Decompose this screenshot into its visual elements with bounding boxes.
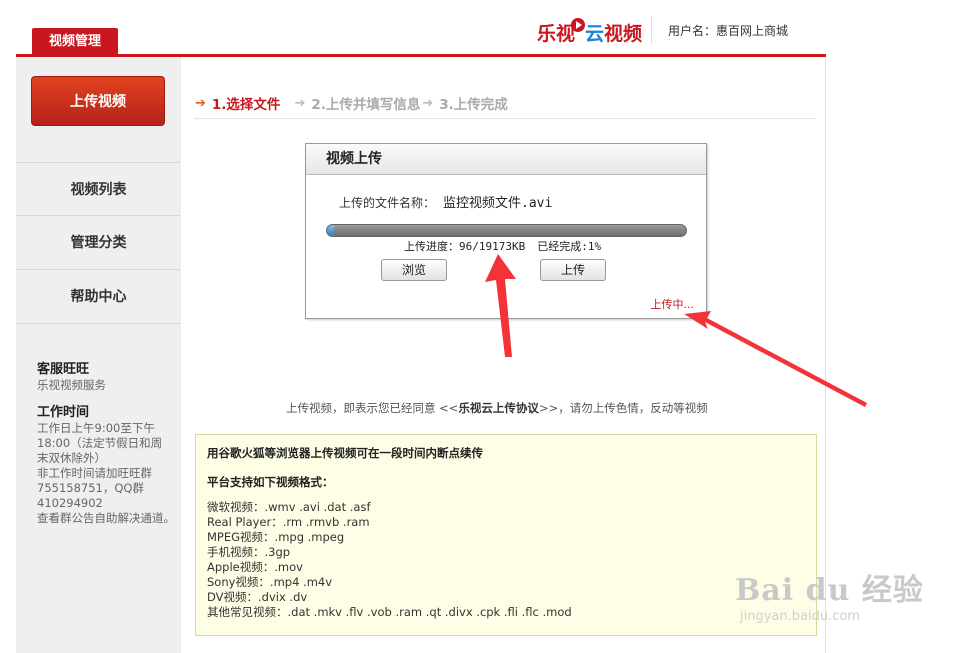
upload-video-button[interactable]: 上传视频 xyxy=(31,76,165,126)
header-separator xyxy=(651,16,652,44)
arrow-right-icon: ➔ xyxy=(422,95,434,111)
upload-steps: ➔ 1.选择文件 ➔ 2.上传并填写信息 ➔ 3.上传完成 xyxy=(195,93,508,114)
steps-divider xyxy=(195,118,815,119)
letv-cloud-logo: 乐视 云 视频 xyxy=(537,18,642,46)
resume-note: 用谷歌火狐等浏览器上传视频可在一段时间内断点续传 xyxy=(207,446,483,460)
hours-line: 查看群公告自助解决通道。 xyxy=(37,511,175,525)
upload-button[interactable]: 上传 xyxy=(540,259,606,281)
format-line: Real Player：.rm .rmvb .ram xyxy=(207,515,370,529)
format-line: DV视频：.dvix .dv xyxy=(207,590,308,604)
hours-line: 755158751，QQ群 xyxy=(37,481,144,495)
hours-line: 非工作时间请加旺旺群 xyxy=(37,466,152,480)
hours-title: 工作时间 xyxy=(37,405,90,420)
agreement-prefix: 上传视频，即表示您已经同意 << xyxy=(286,401,459,415)
upload-agreement: 上传视频，即表示您已经同意 <<乐视云上传协议>>，请勿上传色情，反动等视频 xyxy=(286,400,708,416)
content-right-border xyxy=(825,57,826,653)
username-label: 用户名：惠百网上商城 xyxy=(668,24,789,38)
hours-line: 工作日上午9:00至下午 xyxy=(37,421,155,435)
baidu-jingyan-watermark: Bai du 经验 jingyan.baidu.com xyxy=(735,565,924,624)
hours-line: 末双休除外） xyxy=(37,451,106,465)
sidebar-item-manage-categories[interactable]: 管理分类 xyxy=(16,216,181,270)
hours-line: 18:00（法定节假日和周 xyxy=(37,436,163,450)
service-title: 客服旺旺 xyxy=(37,362,90,377)
watermark-sub: jingyan.baidu.com xyxy=(740,609,860,624)
arrow-right-icon: ➔ xyxy=(195,95,206,111)
dialog-title: 视频上传 xyxy=(306,144,706,175)
upload-progress-text: 上传进度：96/19173KB 已经完成:1% xyxy=(404,238,601,254)
format-line: 手机视频：.3gp xyxy=(207,545,291,559)
progress-percent: 已经完成:1% xyxy=(537,240,602,253)
format-line: 微软视频：.wmv .avi .dat .asf xyxy=(207,500,371,514)
logo-text-video: 视频 xyxy=(604,22,643,45)
watermark-main: Bai du 经验 xyxy=(735,573,924,608)
page: 视频管理 乐视 云 视频 用户名：惠百网上商城 上传视频 视频列表 管理分类 帮… xyxy=(0,0,960,653)
video-upload-dialog: 视频上传 上传的文件名称： 监控视频文件.avi 上传进度：96/19173KB 已… xyxy=(305,143,707,319)
agreement-link[interactable]: 乐视云上传协议 xyxy=(458,401,539,415)
formats-title: 平台支持如下视频格式： xyxy=(207,475,334,489)
step-upload-fill-info: 2.上传并填写信息 xyxy=(311,97,421,113)
file-name-row: 上传的文件名称： 监控视频文件.avi xyxy=(339,192,552,211)
hours-line: 410294902 xyxy=(37,496,103,510)
browse-button[interactable]: 浏览 xyxy=(381,259,447,281)
logo-text-cloud: 云 xyxy=(585,22,605,45)
step-select-file: 1.选择文件 xyxy=(211,97,281,113)
progress-bytes: 上传进度：96/19173KB xyxy=(404,240,526,253)
customer-service-info: 客服旺旺 乐视视频服务 工作时间 工作日上午9:00至下午 18:00（法定节假… xyxy=(37,362,182,526)
upload-progress-bar xyxy=(326,224,687,237)
supported-formats-box: 用谷歌火狐等浏览器上传视频可在一段时间内断点续传 平台支持如下视频格式： 微软视… xyxy=(195,434,817,636)
format-line: MPEG视频：.mpg .mpeg xyxy=(207,530,345,544)
arrow-right-icon: ➔ xyxy=(294,95,306,111)
file-name-label: 上传的文件名称： xyxy=(339,196,436,210)
step-upload-complete: 3.上传完成 xyxy=(439,97,508,113)
tab-video-management[interactable]: 视频管理 xyxy=(32,28,118,55)
sidebar-item-help-center[interactable]: 帮助中心 xyxy=(16,270,181,324)
service-text: 乐视视频服务 xyxy=(37,378,106,392)
file-name-value: 监控视频文件.avi xyxy=(443,196,553,211)
upload-status: 上传中... xyxy=(650,298,695,311)
play-icon xyxy=(571,18,586,32)
format-line: Sony视频：.mp4 .m4v xyxy=(207,575,333,589)
format-line: 其他常见视频：.dat .mkv .flv .vob .ram .qt .div… xyxy=(207,605,572,619)
sidebar-item-video-list[interactable]: 视频列表 xyxy=(16,162,181,216)
agreement-suffix: >>，请勿上传色情，反动等视频 xyxy=(538,401,708,415)
annotation-arrow-status xyxy=(684,311,867,407)
sidebar: 上传视频 视频列表 管理分类 帮助中心 客服旺旺 乐视视频服务 工作时间 工作日… xyxy=(16,57,181,653)
logo-text-letv: 乐视 xyxy=(537,22,576,45)
format-line: Apple视频：.mov xyxy=(207,560,303,574)
upload-progress-fill xyxy=(327,225,335,236)
